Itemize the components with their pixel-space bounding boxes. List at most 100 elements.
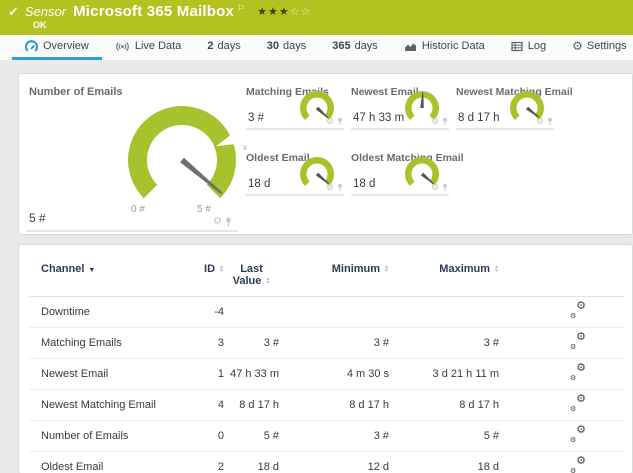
column-header-minimum[interactable]: Minimum ▲ ▼ (279, 245, 389, 297)
channel-name: Matching Emails (29, 327, 184, 359)
gauges-card: Number of Emails x 0 # 5 # 5 # ⚙ Matchin… (18, 73, 633, 235)
table-row-newest-email[interactable]: Newest Email 1 47 h 33 m 4 m 30 s 3 d 21… (29, 358, 624, 390)
tab-number: 30 (266, 40, 279, 52)
channel-settings-icon[interactable]: ⚙ ⚙ (570, 332, 586, 352)
gear-icon[interactable]: ⚙ (213, 217, 222, 227)
mini-gauge-chart (510, 90, 544, 121)
gear-icon[interactable]: ⚙ (431, 183, 439, 192)
gauge-panel-oldest-email[interactable]: Oldest Email 18 d ⚙ (246, 152, 344, 196)
channel-name: Newest Email (29, 358, 184, 390)
channel-last-value: 18 d (224, 451, 279, 473)
sort-icon: ▲ ▼ (384, 263, 389, 275)
gear-icon[interactable]: ⚙ (431, 117, 439, 126)
channel-minimum: 3 # (279, 327, 389, 359)
tab-live-data[interactable]: Live Data (102, 35, 194, 60)
tab-365-days[interactable]: 365 days (319, 35, 391, 60)
log-icon (511, 41, 523, 52)
tab-30-days[interactable]: 30 days (254, 35, 320, 60)
table-row-newest-matching-email[interactable]: Newest Matching Email 4 8 d 17 h 8 d 17 … (29, 389, 624, 421)
column-header-last-value[interactable]: Last Value ▲ ▼ (224, 245, 279, 297)
pin-icon[interactable] (442, 117, 448, 126)
tab-label: Settings (586, 40, 627, 52)
pin-icon[interactable] (442, 183, 448, 192)
pin-icon[interactable] (225, 217, 232, 227)
page-title: Microsoft 365 Mailbox (73, 3, 235, 20)
gear-icon[interactable]: ⚙ (536, 117, 544, 126)
gauge-panel-newest-email[interactable]: Newest Email 47 h 33 m ⚙ (351, 86, 449, 130)
pin-icon[interactable] (547, 117, 553, 126)
channel-settings-icon[interactable]: ⚙ ⚙ (570, 456, 586, 473)
column-header-actions (499, 245, 624, 297)
channel-last-value (224, 296, 279, 328)
tab-historic-data[interactable]: Historic Data (391, 35, 498, 60)
gauge-value: 47 h 33 m (353, 112, 405, 124)
pin-icon[interactable] (337, 183, 343, 192)
sensor-header: ✓ Sensor Microsoft 365 Mailbox ⚐ ★★★☆☆ O… (0, 0, 633, 35)
column-header-channel[interactable]: Channel ▼ (29, 245, 184, 297)
column-header-maximum[interactable]: Maximum ▲ ▼ (389, 245, 499, 297)
gear-icon[interactable]: ⚙ (326, 117, 334, 126)
star-empty-icons[interactable]: ☆☆ (290, 6, 312, 18)
priority-flag-icon[interactable]: ⚐ (237, 3, 245, 14)
gauge-panel-matching-emails[interactable]: Matching Emails 3 # ⚙ (246, 86, 344, 130)
channel-minimum (279, 296, 389, 328)
status-badge: OK (33, 20, 47, 30)
sorted-desc-icon: ▼ (88, 267, 96, 274)
gauge-scale-min: 0 # (131, 204, 145, 215)
channel-settings-icon[interactable]: ⚙ ⚙ (570, 363, 586, 383)
tab-label: Log (527, 40, 547, 52)
channel-last-value: 3 # (224, 327, 279, 359)
star-filled-icons[interactable]: ★★★ (257, 6, 290, 18)
channel-settings-icon[interactable]: ⚙ ⚙ (570, 394, 586, 414)
gauge-panel-newest-matching-email[interactable]: Newest Matching Email 8 d 17 h ⚙ (456, 86, 573, 130)
channel-maximum: 3 d 21 h 11 m (389, 358, 499, 390)
tab-overview[interactable]: Overview (12, 35, 102, 60)
channel-name: Downtime (29, 296, 184, 328)
channel-maximum: 5 # (389, 420, 499, 452)
table-row-oldest-email[interactable]: Oldest Email 2 18 d 12 d 18 d ⚙ ⚙ (29, 451, 624, 473)
mini-gauge-chart (300, 156, 334, 187)
mini-gauge-chart (405, 156, 439, 187)
tab-label: days (217, 40, 241, 52)
mini-gauge-chart (405, 90, 439, 121)
table-row-matching-emails[interactable]: Matching Emails 3 3 # 3 # 3 # ⚙ ⚙ (29, 327, 624, 359)
channel-id: 0 (184, 420, 224, 452)
panel-divider (27, 230, 238, 232)
channel-settings-icon[interactable]: ⚙ ⚙ (570, 425, 586, 445)
overview-content: Number of Emails x 0 # 5 # 5 # ⚙ Matchin… (0, 60, 633, 473)
object-type-label: Sensor (24, 4, 67, 19)
gauge-scale-max: 5 # (197, 204, 211, 215)
column-header-id[interactable]: ID ▲ ▼ (184, 245, 224, 297)
channels-table: Channel ▼ ID ▲ ▼ Last Value ▲ ▼ Minimum ▲ ▼ Max… (29, 245, 624, 473)
sort-icon: ▲ ▼ (219, 263, 224, 275)
tab-2-days[interactable]: 2 days (194, 35, 253, 60)
sort-icon: ▲ ▼ (265, 275, 271, 287)
gear-icon: ⚙ (572, 39, 583, 53)
sort-icon: ▲ ▼ (494, 263, 499, 275)
gauge-panel-oldest-matching-email[interactable]: Oldest Matching Email 18 d ⚙ (351, 152, 464, 196)
tab-label: Overview (43, 40, 89, 52)
gauge-value: 8 d 17 h (458, 112, 500, 124)
chart-icon (404, 41, 417, 52)
tab-label: Historic Data (421, 40, 485, 52)
tab-label: Live Data (134, 40, 182, 52)
gauge-panel-number-of-emails[interactable]: Number of Emails x 0 # 5 # 5 # ⚙ (25, 82, 247, 232)
channel-id: 1 (184, 358, 224, 390)
table-row-downtime[interactable]: Downtime -4 ⚙ ⚙ (29, 296, 624, 328)
channel-last-value: 8 d 17 h (224, 389, 279, 421)
gauge-value: 5 # (29, 211, 46, 225)
channel-minimum: 8 d 17 h (279, 389, 389, 421)
status-ok-check-icon: ✓ (8, 3, 19, 19)
table-row-number-of-emails[interactable]: Number of Emails 0 5 # 3 # 5 # ⚙ ⚙ (29, 420, 624, 452)
channel-settings-icon[interactable]: ⚙ ⚙ (570, 301, 586, 321)
priority-stars[interactable]: ★★★☆☆ (257, 5, 311, 18)
channels-table-card: Channel ▼ ID ▲ ▼ Last Value ▲ ▼ Minimum ▲ ▼ Max… (18, 244, 633, 473)
small-gauges-grid: Matching Emails 3 # ⚙ Newest Email 47 h … (246, 86, 616, 234)
tab-log[interactable]: Log (498, 35, 559, 60)
tab-settings[interactable]: ⚙ Settings (559, 35, 633, 60)
pin-icon[interactable] (337, 117, 343, 126)
channel-id: -4 (184, 296, 224, 328)
gear-icon[interactable]: ⚙ (326, 183, 334, 192)
tab-number: 2 (207, 40, 214, 52)
tab-bar: Overview Live Data 2 days 30 days 365 da… (0, 35, 633, 60)
